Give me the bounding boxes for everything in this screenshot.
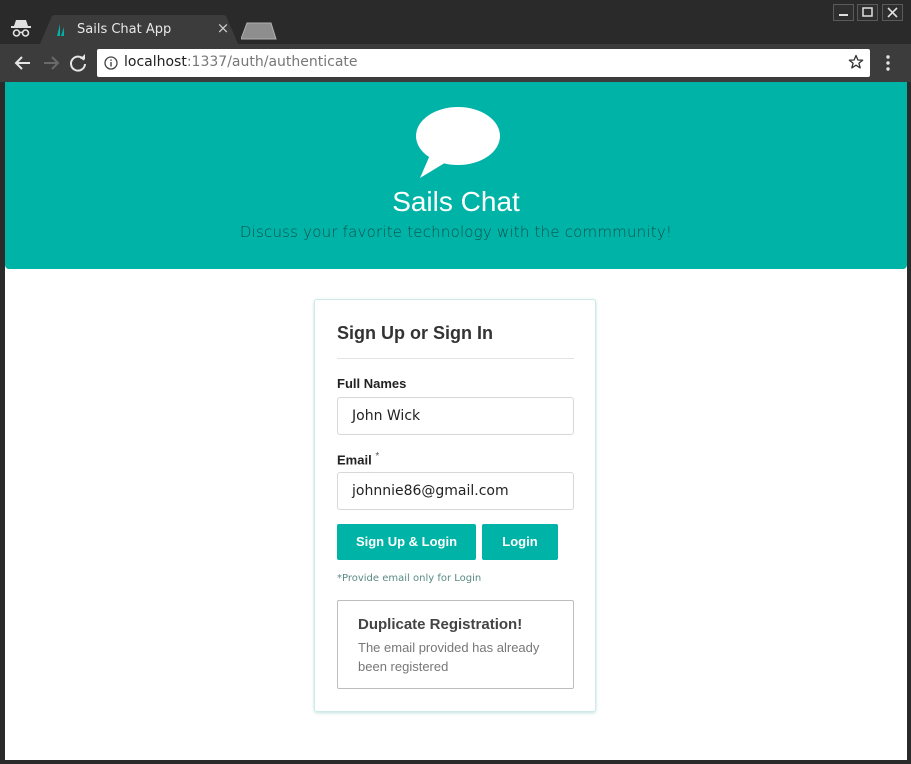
bookmark-star-icon[interactable] xyxy=(848,54,864,70)
tab-close-icon[interactable]: × xyxy=(215,20,231,36)
login-hint: *Provide email only for Login xyxy=(337,573,482,584)
app-subtitle: Discuss your favorite technology with th… xyxy=(239,223,673,241)
duplicate-registration-alert: Duplicate Registration! The email provid… xyxy=(337,600,574,689)
close-window-button[interactable] xyxy=(882,4,903,21)
alert-title: Duplicate Registration! xyxy=(358,616,523,633)
back-arrow-icon[interactable] xyxy=(12,52,34,74)
auth-card: Sign Up or Sign In Full Names John Wick … xyxy=(314,299,596,712)
incognito-icon xyxy=(11,20,31,37)
hero-banner: Sails Chat Discuss your favorite technol… xyxy=(5,82,907,269)
card-heading: Sign Up or Sign In xyxy=(337,323,493,343)
alert-message: The email provided has already been regi… xyxy=(358,640,540,674)
card-divider xyxy=(337,358,574,359)
sails-favicon-icon xyxy=(57,24,64,36)
required-mark: * xyxy=(375,451,380,462)
email-label: Email * xyxy=(337,451,379,467)
more-menu-icon[interactable] xyxy=(884,54,892,72)
reload-icon[interactable] xyxy=(67,52,89,74)
full-names-label: Full Names xyxy=(337,376,407,391)
url-host: localhost xyxy=(124,54,187,70)
url-text[interactable]: localhost:1337/auth/authenticate xyxy=(124,54,358,70)
title-bar: Sails Chat App × xyxy=(0,0,911,44)
login-button[interactable]: Login xyxy=(482,524,558,560)
url-path: :1337/auth/authenticate xyxy=(186,54,358,70)
tab-title: Sails Chat App xyxy=(77,22,172,37)
full-names-input[interactable]: John Wick xyxy=(337,397,574,435)
browser-window: Sails Chat App × localhost:1337/auth/aut… xyxy=(0,0,911,764)
forward-arrow-icon[interactable] xyxy=(40,52,62,74)
info-icon[interactable] xyxy=(104,56,118,70)
address-bar[interactable]: localhost:1337/auth/authenticate xyxy=(97,49,870,77)
new-tab-button[interactable] xyxy=(241,22,277,40)
page-content: Sails Chat Discuss your favorite technol… xyxy=(5,82,907,760)
chat-bubble-icon xyxy=(416,107,500,178)
signup-login-button[interactable]: Sign Up & Login xyxy=(337,524,476,560)
app-title: Sails Chat xyxy=(392,186,520,217)
email-label-text: Email xyxy=(337,452,372,468)
maximize-button[interactable] xyxy=(857,4,878,21)
email-input[interactable]: johnnie86@gmail.com xyxy=(337,472,574,510)
browser-toolbar: localhost:1337/auth/authenticate xyxy=(0,44,911,82)
minimize-button[interactable] xyxy=(833,4,854,21)
tab-sails-chat-app[interactable]: Sails Chat App × xyxy=(40,15,240,44)
